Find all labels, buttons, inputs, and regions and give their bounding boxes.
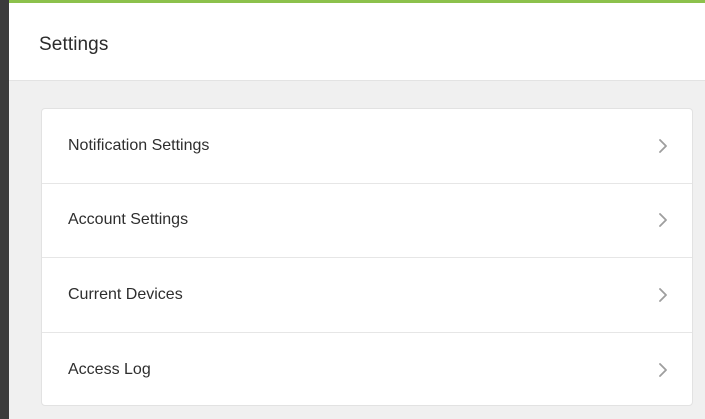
- settings-item-label: Current Devices: [68, 285, 183, 303]
- settings-item-access-log[interactable]: Access Log: [42, 333, 692, 406]
- app-frame: Settings Notification Settings Account S…: [0, 0, 705, 419]
- settings-item-notification-settings[interactable]: Notification Settings: [42, 109, 692, 184]
- settings-item-label: Account Settings: [68, 211, 189, 229]
- chevron-right-icon: [659, 287, 667, 302]
- chevron-right-icon: [659, 362, 667, 377]
- left-sidebar-edge: [0, 0, 9, 419]
- chevron-right-icon: [659, 138, 667, 153]
- settings-item-label: Access Log: [68, 360, 151, 378]
- page-title: Settings: [39, 34, 109, 55]
- page-header: Settings: [9, 3, 705, 81]
- chevron-right-icon: [659, 213, 667, 228]
- settings-item-current-devices[interactable]: Current Devices: [42, 258, 692, 333]
- settings-item-account-settings[interactable]: Account Settings: [42, 184, 692, 258]
- settings-list: Notification Settings Account Settings C…: [41, 108, 693, 406]
- settings-item-label: Notification Settings: [68, 136, 210, 154]
